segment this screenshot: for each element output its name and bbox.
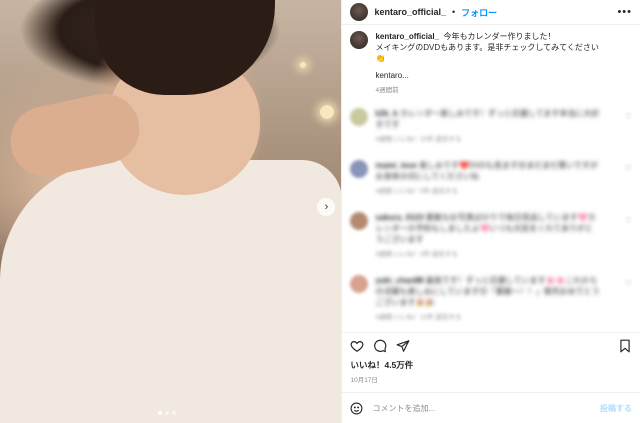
comment-meta: 4週間 いいね！12件 返信する: [375, 314, 462, 321]
comment-item: sakura_0123 素敵なお写真ばかりで毎日見返しています🩷カレンダーの予約…: [350, 212, 632, 258]
likes-count[interactable]: いいね！4.5万件: [342, 359, 640, 371]
post-date: 10月17日: [350, 377, 378, 384]
more-options-icon[interactable]: •••: [617, 6, 632, 18]
caption-line1: 今年もカレンダー作りました！: [443, 32, 556, 41]
heart-icon[interactable]: [350, 339, 364, 353]
comment-item: k2k_k カレンダー楽しみです！ずっと応援してます本当に大好きです 4週間 い…: [350, 108, 632, 143]
comment-text: k2k_k カレンダー楽しみです！ずっと応援してます本当に大好きです: [375, 109, 600, 129]
comment-avatar[interactable]: [350, 275, 369, 293]
hair: [95, 0, 275, 95]
comment-username[interactable]: yuki_chan88: [375, 276, 423, 285]
action-bar: [342, 332, 640, 359]
comment-meta: 4週間 いいね！3件 返信する: [375, 251, 458, 258]
comment-like-icon[interactable]: ♡: [625, 279, 632, 288]
add-comment-bar: 投稿する: [342, 392, 640, 423]
carousel-dot: [158, 411, 162, 415]
follow-button[interactable]: フォロー: [461, 6, 497, 19]
comment-item: mami_love 楽しみです❤️DVDも見ます😍まだまだ寒いですがお身体大切に…: [350, 160, 632, 195]
hoodie: [0, 160, 342, 423]
comment-avatar[interactable]: [350, 160, 369, 178]
comments-list[interactable]: kentaro_official_ 今年もカレンダー作りました！ メイキングのD…: [342, 25, 640, 332]
comment-like-icon[interactable]: ♡: [625, 112, 632, 121]
caption-body: kentaro_official_ 今年もカレンダー作りました！ メイキングのD…: [375, 31, 598, 96]
paper-plane-icon[interactable]: [396, 339, 410, 353]
post-photo[interactable]: ›: [0, 0, 342, 423]
post-side-panel: kentaro_official_ • フォロー ••• kentaro_off…: [341, 0, 640, 423]
avatar[interactable]: [350, 3, 369, 21]
comment-username[interactable]: k2k_k: [375, 109, 397, 118]
comment-username[interactable]: sakura_0123: [375, 213, 423, 222]
comment-text: yuki_chan88 最高です！ずっと応援しています🌸🌸これからの活躍も楽しみ…: [375, 276, 600, 307]
carousel-dot: [165, 411, 169, 415]
comment-text: mami_love 楽しみです❤️DVDも見ます😍まだまだ寒いですがお身体大切に…: [375, 161, 598, 181]
post-comment-button[interactable]: 投稿する: [600, 403, 632, 414]
comment-like-icon[interactable]: ♡: [625, 216, 632, 225]
clap-emoji-icon: 👏: [375, 54, 386, 63]
comment-icon[interactable]: [373, 339, 387, 353]
comment-text: sakura_0123 素敵なお写真ばかりで毎日見返しています🩷カレンダーの予約…: [375, 213, 596, 244]
carousel-dots: [158, 411, 176, 415]
comment-username[interactable]: mami_love: [375, 161, 416, 170]
caption-sign: kentaro...: [375, 71, 409, 80]
post-modal: › kentaro_official_ • フォロー ••• kentaro_o…: [0, 0, 640, 423]
comment-avatar[interactable]: [350, 212, 369, 230]
bokeh-light: [320, 105, 334, 119]
carousel-dot: [172, 411, 176, 415]
caption-time: 4週間前: [375, 87, 399, 94]
post-header: kentaro_official_ • フォロー •••: [342, 0, 640, 25]
bokeh-light: [300, 62, 306, 68]
comment-item: yuki_chan88 最高です！ずっと応援しています🌸🌸これからの活躍も楽しみ…: [350, 275, 632, 321]
avatar[interactable]: [350, 31, 369, 49]
caption-line2: メイキングのDVDもあります。是非チェックしてみてください: [375, 43, 599, 52]
comment-avatar[interactable]: [350, 108, 369, 126]
comment-meta: 4週間 いいね！10件 返信する: [375, 136, 462, 143]
caption: kentaro_official_ 今年もカレンダー作りました！ メイキングのD…: [350, 31, 632, 96]
comment-input[interactable]: [370, 402, 593, 414]
caption-username[interactable]: kentaro_official_: [375, 32, 439, 41]
bookmark-icon[interactable]: [618, 339, 632, 353]
separator-dot: •: [452, 7, 456, 17]
emoji-icon[interactable]: [350, 402, 363, 415]
comment-meta: 4週間 いいね！5件 返信する: [375, 188, 458, 195]
comment-like-icon[interactable]: ♡: [625, 164, 632, 173]
username-link[interactable]: kentaro_official_: [374, 7, 446, 17]
